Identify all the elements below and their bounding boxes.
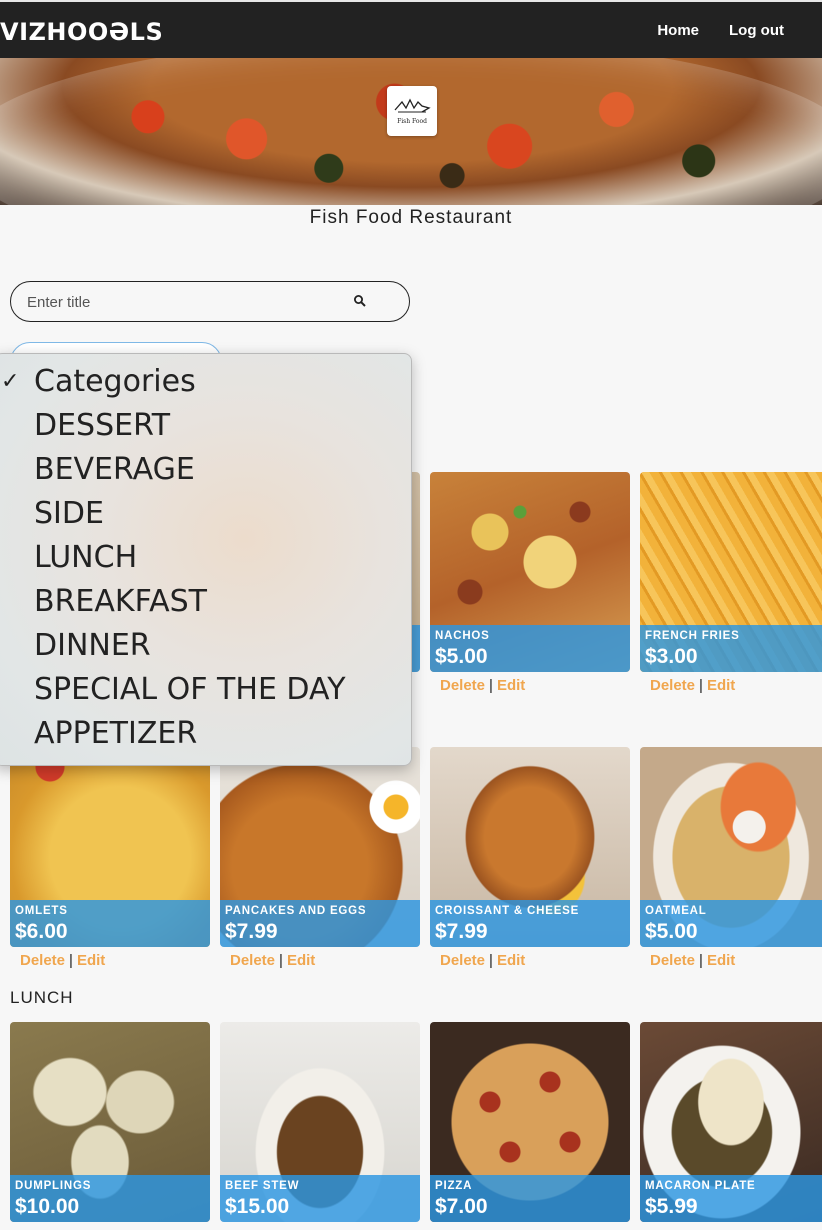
delete-link[interactable]: Delete xyxy=(230,952,275,969)
item-name: FRENCH FRIES xyxy=(645,630,740,642)
delete-link[interactable]: Delete xyxy=(20,952,65,969)
action-separator: | xyxy=(279,952,283,969)
svg-text:Fish Food: Fish Food xyxy=(397,118,427,125)
category-option-appetizer[interactable]: APPETIZER xyxy=(34,716,197,752)
top-navbar: VIZHOOƏLS Home Log out xyxy=(0,0,822,58)
edit-link[interactable]: Edit xyxy=(497,952,525,969)
item-name: PANCAKES AND EGGS xyxy=(225,905,367,917)
item-actions: Delete | Edit xyxy=(440,952,525,969)
action-separator: | xyxy=(699,952,703,969)
edit-link[interactable]: Edit xyxy=(707,677,735,694)
menu-item-card[interactable]: OATMEAL $5.00 xyxy=(640,747,822,947)
edit-link[interactable]: Edit xyxy=(707,952,735,969)
item-name: OATMEAL xyxy=(645,905,707,917)
item-price: $5.00 xyxy=(645,920,698,943)
action-separator: | xyxy=(699,677,703,694)
menu-item-card[interactable]: BEEF STEW $15.00 xyxy=(220,1022,420,1222)
restaurant-name: Fish Food Restaurant xyxy=(309,207,513,228)
restaurant-logo: Fish Food xyxy=(387,86,437,136)
menu-item-card[interactable]: PIZZA $7.00 xyxy=(430,1022,630,1222)
item-actions: Delete | Edit xyxy=(440,677,525,694)
item-name: OMLETS xyxy=(15,905,68,917)
action-separator: | xyxy=(69,952,73,969)
item-price: $6.00 xyxy=(15,920,68,943)
menu-item-card[interactable]: NACHOS $5.00 xyxy=(430,472,630,672)
item-actions: Delete | Edit xyxy=(20,952,105,969)
item-actions: Delete | Edit xyxy=(230,952,315,969)
brand-logo[interactable]: VIZHOOƏLS xyxy=(0,18,163,46)
item-actions: Delete | Edit xyxy=(650,677,735,694)
category-option-side[interactable]: SIDE xyxy=(34,496,104,532)
edit-link[interactable]: Edit xyxy=(287,952,315,969)
edit-link[interactable]: Edit xyxy=(497,677,525,694)
menu-item-card[interactable]: CROISSANT & CHEESE $7.99 xyxy=(430,747,630,947)
category-dropdown-menu: ✓ Categories DESSERT BEVERAGE SIDE LUNCH… xyxy=(0,353,412,766)
search-input[interactable] xyxy=(25,290,349,314)
menu-item-card[interactable]: PANCAKES AND EGGS $7.99 xyxy=(220,747,420,947)
item-price: $7.00 xyxy=(435,1195,488,1218)
item-name: BEEF STEW xyxy=(225,1180,300,1192)
nav-home-link[interactable]: Home xyxy=(657,22,699,39)
search-box xyxy=(10,281,410,322)
edit-link[interactable]: Edit xyxy=(77,952,105,969)
fish-logo-icon: Fish Food xyxy=(394,98,431,125)
section-title-lunch: LUNCH xyxy=(10,988,74,1007)
menu-item-card[interactable]: MACARON PLATE $5.99 xyxy=(640,1022,822,1222)
menu-item-card[interactable]: FRENCH FRIES $3.00 xyxy=(640,472,822,672)
item-price: $10.00 xyxy=(15,1195,80,1218)
action-separator: | xyxy=(489,677,493,694)
item-price: $7.99 xyxy=(225,920,278,943)
item-price: $3.00 xyxy=(645,645,698,668)
checkmark-icon: ✓ xyxy=(1,368,20,393)
item-name: DUMPLINGS xyxy=(15,1180,92,1192)
category-option-lunch[interactable]: LUNCH xyxy=(34,540,137,576)
action-separator: | xyxy=(489,952,493,969)
delete-link[interactable]: Delete xyxy=(650,952,695,969)
item-actions: Delete | Edit xyxy=(650,952,735,969)
category-option-dinner[interactable]: DINNER xyxy=(34,628,151,664)
category-option-special-of-the-day[interactable]: SPECIAL OF THE DAY xyxy=(34,672,346,708)
delete-link[interactable]: Delete xyxy=(650,677,695,694)
search-icon[interactable] xyxy=(353,294,367,308)
item-price: $15.00 xyxy=(225,1195,290,1218)
delete-link[interactable]: Delete xyxy=(440,677,485,694)
category-option-breakfast[interactable]: BREAKFAST xyxy=(34,584,207,620)
item-price: $7.99 xyxy=(435,920,488,943)
menu-item-card[interactable]: OMLETS $6.00 xyxy=(10,747,210,947)
category-option-dessert[interactable]: DESSERT xyxy=(34,408,170,444)
item-name: MACARON PLATE xyxy=(645,1180,756,1192)
menu-item-card[interactable]: DUMPLINGS $10.00 xyxy=(10,1022,210,1222)
item-name: PIZZA xyxy=(435,1180,473,1192)
item-name: NACHOS xyxy=(435,630,490,642)
item-price: $5.99 xyxy=(645,1195,698,1218)
nav-logout-link[interactable]: Log out xyxy=(729,22,784,39)
category-option-beverage[interactable]: BEVERAGE xyxy=(34,452,195,488)
nav-links: Home Log out xyxy=(657,22,784,39)
category-option-categories[interactable]: Categories xyxy=(34,364,196,400)
delete-link[interactable]: Delete xyxy=(440,952,485,969)
item-name: CROISSANT & CHEESE xyxy=(435,905,580,917)
item-price: $5.00 xyxy=(435,645,488,668)
